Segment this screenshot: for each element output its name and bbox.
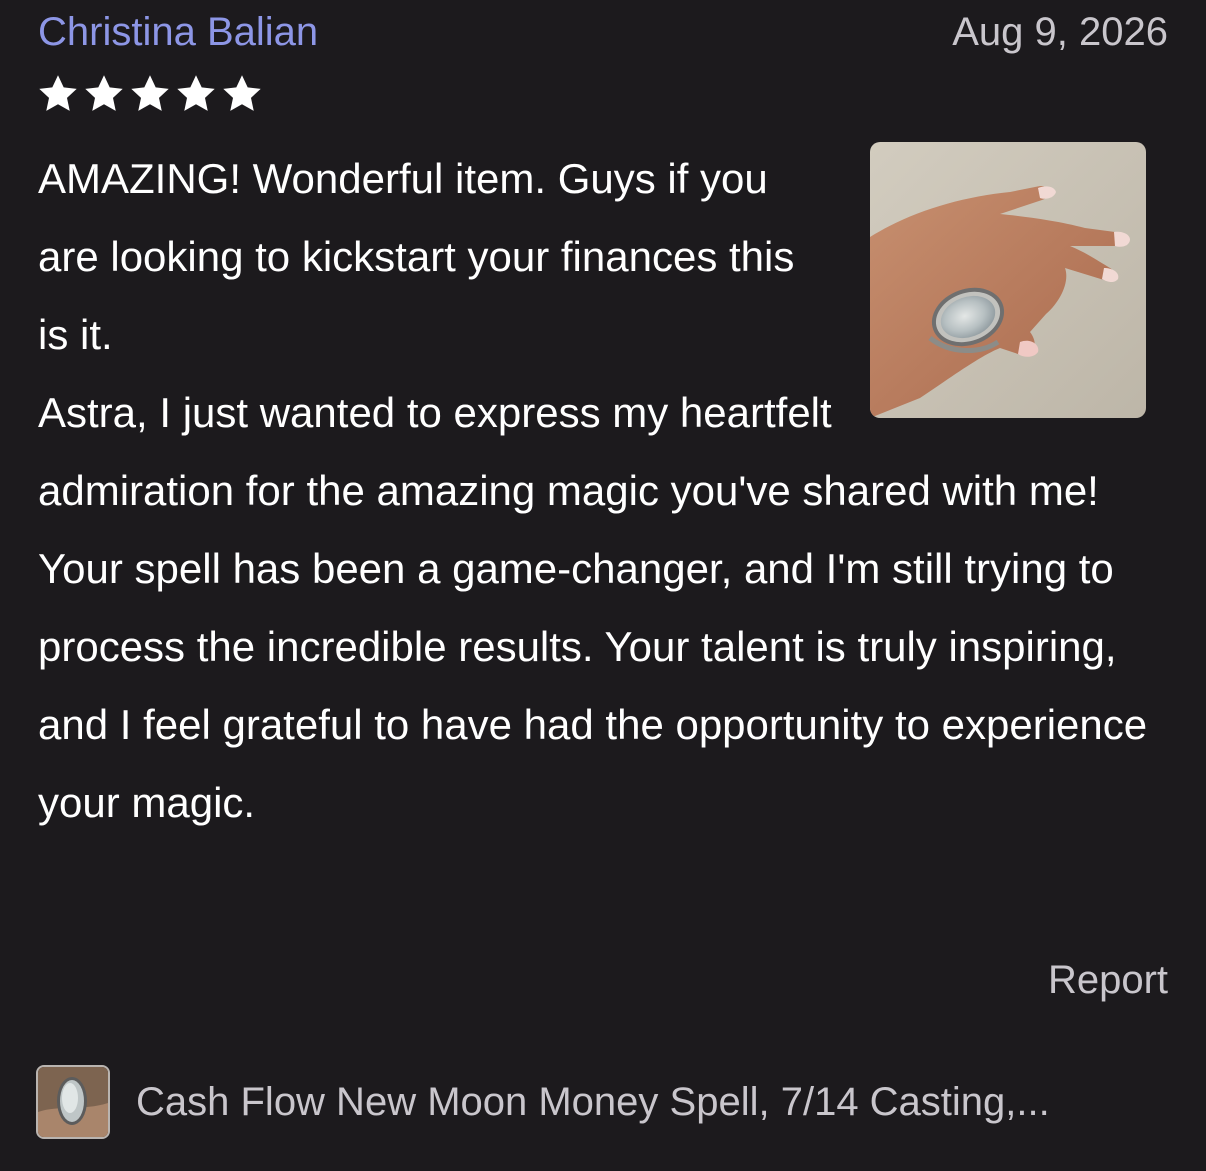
review-date: Aug 9, 2026	[952, 10, 1168, 54]
star-icon	[223, 75, 261, 111]
review-text: AMAZING! Wonderful item. Guys if you are…	[38, 140, 1168, 842]
review-photo[interactable]	[870, 142, 1146, 418]
listing-thumbnail	[36, 1065, 110, 1139]
star-rating	[36, 72, 264, 116]
review-paragraph: Astra, I just wanted to express my heart…	[38, 389, 1148, 826]
listing-link[interactable]: Cash Flow New Moon Money Spell, 7/14 Cas…	[36, 1064, 1168, 1140]
star-icon	[131, 75, 169, 111]
report-link[interactable]: Report	[1048, 956, 1168, 1004]
listing-title: Cash Flow New Moon Money Spell, 7/14 Cas…	[136, 1080, 1050, 1124]
star-icon	[85, 75, 123, 111]
star-icon	[39, 75, 77, 111]
review-card: Christina Balian Aug 9, 2026 AMAZING! Wo…	[0, 0, 1206, 1171]
star-icon	[177, 75, 215, 111]
reviewer-name-link[interactable]: Christina Balian	[38, 8, 318, 56]
